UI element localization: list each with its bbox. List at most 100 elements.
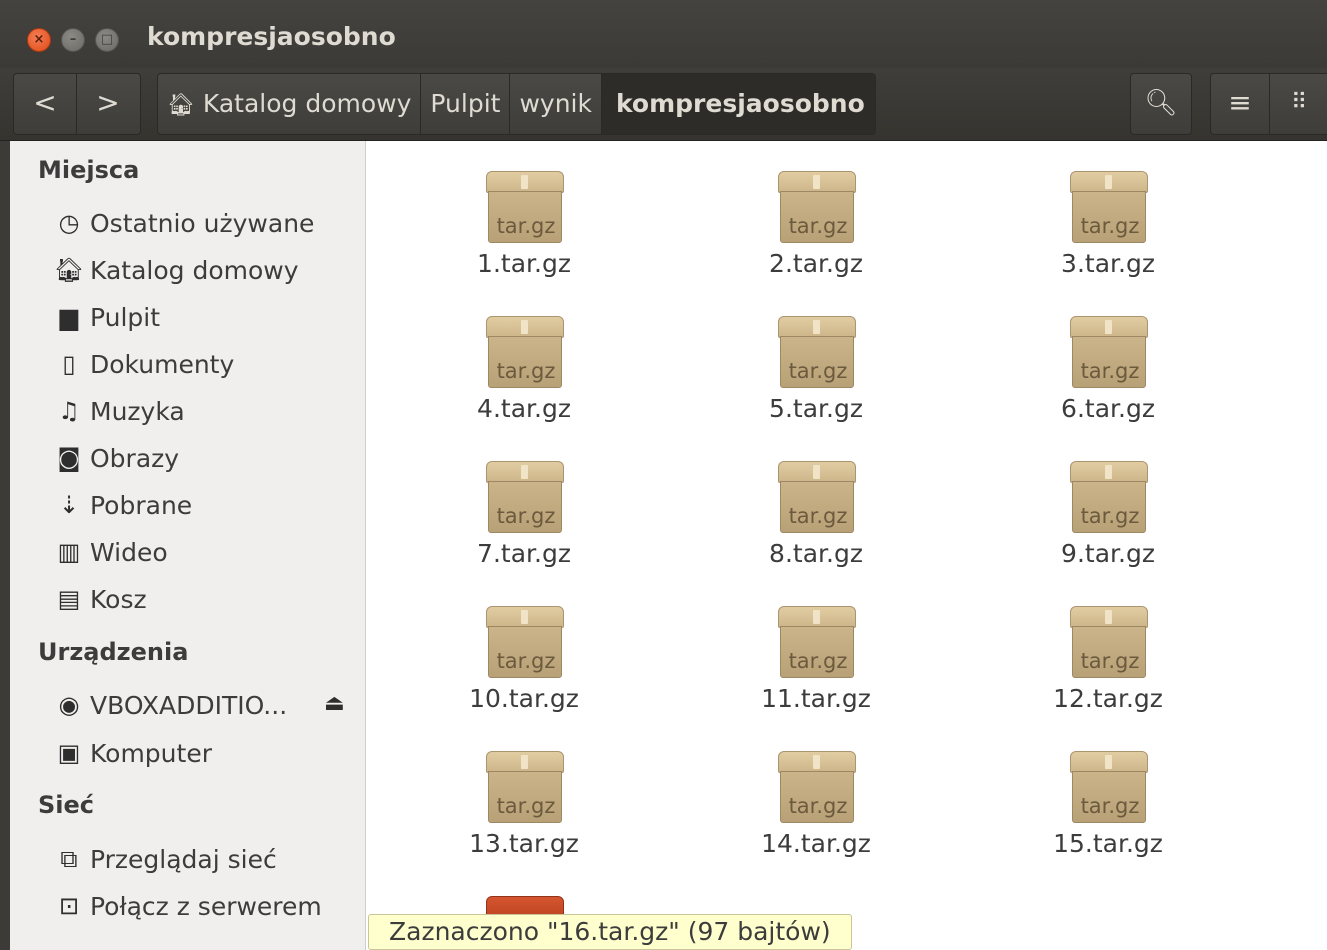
file-name: 5.tar.gz <box>769 394 863 423</box>
breadcrumb-label: kompresjaosobno <box>615 89 865 118</box>
sidebar-item-browse-network[interactable]: ⧉ Przeglądaj sieć <box>52 839 277 879</box>
close-icon: × <box>33 32 45 47</box>
archive-icon: tar.gz <box>486 171 564 243</box>
list-view-icon: ≡ <box>1228 86 1252 119</box>
close-window-button[interactable]: × <box>27 28 51 52</box>
breadcrumb-current[interactable]: kompresjaosobno <box>601 74 875 134</box>
sidebar-item-videos[interactable]: ▥ Wideo <box>52 532 168 572</box>
search-button[interactable]: 🔍︎ <box>1130 73 1192 135</box>
file-type-label: tar.gz <box>788 794 848 818</box>
sidebar-item-label: Przeglądaj sieć <box>90 844 277 874</box>
sidebar-item-label: Wideo <box>90 537 168 567</box>
archive-icon: tar.gz <box>1070 316 1148 388</box>
trash-icon: ▤ <box>57 585 81 613</box>
archive-icon: tar.gz <box>778 606 856 678</box>
sidebar-item-label: Katalog domowy <box>90 255 299 285</box>
sidebar-item-label: Kosz <box>90 584 147 614</box>
sidebar-item-label: Dokumenty <box>90 349 235 379</box>
sidebar-header-network: Sieć <box>38 791 95 819</box>
music-icon: ♫ <box>58 397 80 425</box>
file-name: 9.tar.gz <box>1061 539 1155 568</box>
sidebar: Miejsca ◷ Ostatnio używane 🏠︎ Katalog domo… <box>10 141 366 950</box>
file-type-label: tar.gz <box>496 649 556 673</box>
download-icon: ⇣ <box>58 491 80 519</box>
sidebar-item-downloads[interactable]: ⇣ Pobrane <box>52 485 192 525</box>
view-buttons: ≡ ⠿ <box>1210 73 1327 135</box>
sidebar-item-label: Obrazy <box>90 443 180 473</box>
sidebar-header-devices: Urządzenia <box>38 638 189 666</box>
file-name: 12.tar.gz <box>1053 684 1163 713</box>
file-type-label: tar.gz <box>496 794 556 818</box>
file-name: 3.tar.gz <box>1061 249 1155 278</box>
archive-icon: tar.gz <box>486 751 564 823</box>
breadcrumb: 🏠︎ Katalog domowy Pulpit wynik kompresja… <box>157 73 876 135</box>
sidebar-item-music[interactable]: ♫ Muzyka <box>52 391 185 431</box>
breadcrumb-wynik[interactable]: wynik <box>510 74 602 134</box>
file-type-label: tar.gz <box>1080 794 1140 818</box>
file-type-label: tar.gz <box>788 359 848 383</box>
minimize-icon: – <box>69 32 77 47</box>
clock-icon: ◷ <box>58 209 80 237</box>
file-name: 2.tar.gz <box>769 249 863 278</box>
file-type-label: tar.gz <box>1080 214 1140 238</box>
file-name: 10.tar.gz <box>469 684 579 713</box>
home-icon: 🏠︎ <box>53 256 85 284</box>
search-icon: 🔍︎ <box>1144 88 1178 118</box>
sidebar-item-label: Komputer <box>90 738 212 768</box>
maximize-window-button[interactable]: □ <box>95 28 119 52</box>
title-bar: × – □ kompresjaosobno <box>0 0 1327 68</box>
eject-icon[interactable]: ⏏ <box>324 691 345 716</box>
list-view-button[interactable]: ≡ <box>1211 74 1270 134</box>
file-name: 6.tar.gz <box>1061 394 1155 423</box>
sidebar-item-label: VBOXADDITIO... <box>90 690 288 720</box>
forward-button[interactable]: > <box>77 74 139 134</box>
file-name: 13.tar.gz <box>469 829 579 858</box>
archive-icon: tar.gz <box>486 461 564 533</box>
sidebar-item-label: Muzyka <box>90 396 185 426</box>
file-name: 15.tar.gz <box>1053 829 1163 858</box>
sidebar-item-pictures[interactable]: ◙ Obrazy <box>52 438 179 478</box>
file-type-label: tar.gz <box>788 649 848 673</box>
file-type-label: tar.gz <box>496 214 556 238</box>
sidebar-item-computer[interactable]: ▣ Komputer <box>52 733 212 773</box>
file-name: 11.tar.gz <box>761 684 871 713</box>
sidebar-header-places: Miejsca <box>38 156 140 184</box>
file-type-label: tar.gz <box>496 504 556 528</box>
archive-icon: tar.gz <box>1070 171 1148 243</box>
sidebar-item-home[interactable]: 🏠︎ Katalog domowy <box>52 250 299 290</box>
archive-icon: tar.gz <box>778 461 856 533</box>
sidebar-item-vboxadditions[interactable]: ◉ VBOXADDITIO... <box>52 685 288 725</box>
file-type-label: tar.gz <box>788 214 848 238</box>
archive-icon: tar.gz <box>1070 751 1148 823</box>
archive-icon: tar.gz <box>1070 606 1148 678</box>
camera-icon: ◙ <box>57 444 81 472</box>
sidebar-item-label: Pobrane <box>90 490 193 520</box>
sidebar-item-documents[interactable]: ▯ Dokumenty <box>52 344 234 384</box>
sidebar-item-trash[interactable]: ▤ Kosz <box>52 579 147 619</box>
sidebar-item-label: Ostatnio używane <box>90 208 315 238</box>
back-button[interactable]: < <box>14 74 77 134</box>
disc-icon: ◉ <box>58 691 80 719</box>
archive-icon: tar.gz <box>778 751 856 823</box>
breadcrumb-pulpit[interactable]: Pulpit <box>421 74 511 134</box>
file-type-label: tar.gz <box>496 359 556 383</box>
folder-icon: ▆ <box>59 303 79 331</box>
archive-icon: tar.gz <box>486 606 564 678</box>
minimize-window-button[interactable]: – <box>61 28 85 52</box>
sidebar-item-desktop[interactable]: ▆ Pulpit <box>52 297 160 337</box>
sidebar-item-connect-server[interactable]: ⊡ Połącz z serwerem <box>52 886 322 926</box>
sidebar-item-recent[interactable]: ◷ Ostatnio używane <box>52 203 315 243</box>
archive-icon: tar.gz <box>486 316 564 388</box>
archive-icon: tar.gz <box>778 171 856 243</box>
network-icon: ⧉ <box>60 845 78 873</box>
maximize-icon: □ <box>100 32 114 47</box>
file-name: 8.tar.gz <box>769 539 863 568</box>
toolbar: < > 🏠︎ Katalog domowy Pulpit wynik kompr… <box>0 68 1327 141</box>
sidebar-item-label: Połącz z serwerem <box>90 891 322 921</box>
chevron-right-icon: > <box>96 86 120 119</box>
grid-view-button[interactable]: ⠿ <box>1270 74 1327 134</box>
archive-icon: tar.gz <box>1070 461 1148 533</box>
file-view: tar.gz 1.tar.gz tar.gz 2.tar.gz tar.gz 3.ta… <box>366 141 1327 950</box>
breadcrumb-label: wynik <box>519 89 592 118</box>
breadcrumb-home[interactable]: 🏠︎ Katalog domowy <box>158 74 422 134</box>
